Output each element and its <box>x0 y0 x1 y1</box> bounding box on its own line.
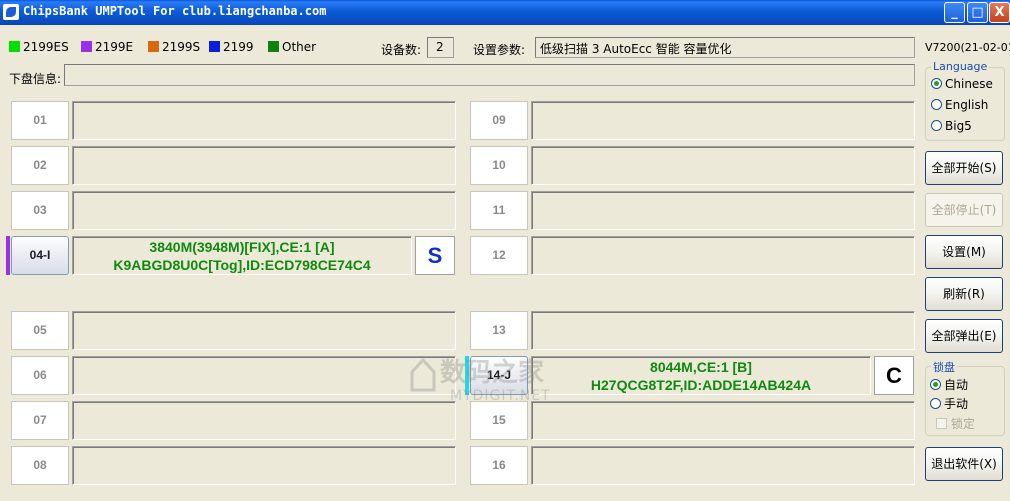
main-window: ChipsBank UMPTool For club.liangchanba.c… <box>0 0 1010 501</box>
lock-locked-checkbox[interactable]: 锁定 <box>936 415 975 432</box>
port-08-number[interactable]: 08 <box>11 446 69 485</box>
minimize-button[interactable]: _ <box>944 2 965 23</box>
port-06-info <box>72 356 456 395</box>
language-english-label: English <box>945 98 989 112</box>
window-title: ChipsBank UMPTool For club.liangchanba.c… <box>23 4 327 18</box>
exit-button[interactable]: 退出软件(X) <box>925 447 1003 481</box>
port-12-info <box>531 236 915 275</box>
device-count-field: 2 <box>427 37 454 58</box>
port-04-type-marker <box>6 236 10 275</box>
port-16-number[interactable]: 16 <box>470 446 528 485</box>
eject-all-button[interactable]: 全部弹出(E) <box>925 319 1003 353</box>
port-16-info <box>531 446 915 485</box>
lock-manual-radio[interactable]: 手动 <box>930 395 968 412</box>
legend-label: 2199 <box>223 40 254 54</box>
port-15-info <box>531 401 915 440</box>
port-13-info <box>531 311 915 350</box>
port-08-info <box>72 446 456 485</box>
language-english-radio[interactable]: English <box>931 98 988 112</box>
port-14-status-badge: C <box>874 356 914 395</box>
start-all-button[interactable]: 全部开始(S) <box>925 151 1003 185</box>
language-chinese-label: Chinese <box>945 77 993 91</box>
lock-locked-label: 锁定 <box>951 417 976 431</box>
legend-label: 2199ES <box>23 40 69 54</box>
version-label: V7200(21-02-01) <box>925 41 1010 54</box>
app-icon <box>3 4 19 20</box>
lock-auto-label: 自动 <box>944 378 969 392</box>
legend-2199es: 2199ES <box>9 40 69 56</box>
swatch-icon <box>268 41 279 52</box>
legend-2199e: 2199E <box>81 40 133 56</box>
device-count-value: 2 <box>436 40 444 54</box>
port-07-number[interactable]: 07 <box>11 401 69 440</box>
port-14-info: 8044M,CE:1 [B] H27QCG8T2F,ID:ADDE14AB424… <box>531 356 871 395</box>
port-05-number[interactable]: 05 <box>11 311 69 350</box>
disk-info-field <box>64 64 915 86</box>
port-04-status-badge: S <box>415 236 455 275</box>
legend-label: 2199S <box>162 40 201 54</box>
refresh-button[interactable]: 刷新(R) <box>925 277 1003 311</box>
radio-checked-icon <box>931 78 942 89</box>
port-02-info <box>72 146 456 185</box>
port-14-capacity: 8044M,CE:1 [B] <box>650 359 752 375</box>
port-01-number[interactable]: 01 <box>11 101 69 140</box>
maximize-button[interactable]: □ <box>967 2 988 23</box>
port-11-number[interactable]: 11 <box>470 191 528 230</box>
port-09-info <box>531 101 915 140</box>
settings-params-label: 设置参数: <box>473 43 526 57</box>
language-big5-radio[interactable]: Big5 <box>931 119 972 133</box>
port-10-number[interactable]: 10 <box>470 146 528 185</box>
radio-unchecked-icon <box>931 120 942 131</box>
legend-label: Other <box>282 40 317 54</box>
swatch-icon <box>81 41 92 52</box>
port-14-type-marker <box>465 356 469 395</box>
port-07-info <box>72 401 456 440</box>
legend-2199: 2199 <box>209 40 254 56</box>
port-11-info <box>531 191 915 230</box>
port-04-flash-id: K9ABGD8U0C[Tog],ID:ECD798CE74C4 <box>113 257 371 273</box>
title-bar[interactable]: ChipsBank UMPTool For club.liangchanba.c… <box>0 0 1010 25</box>
port-13-number[interactable]: 13 <box>470 311 528 350</box>
port-06-number[interactable]: 06 <box>11 356 69 395</box>
settings-button[interactable]: 设置(M) <box>925 235 1003 269</box>
legend-other: Other <box>268 40 316 56</box>
legend-2199s: 2199S <box>148 40 200 56</box>
port-04-capacity: 3840M(3948M)[FIX],CE:1 [A] <box>149 239 335 255</box>
stop-all-button[interactable]: 全部停止(T) <box>925 193 1003 227</box>
settings-params-value: 低级扫描 3 AutoEcc 智能 容量优化 <box>540 42 732 56</box>
legend-label: 2199E <box>95 40 134 54</box>
radio-checked-icon <box>930 379 941 390</box>
port-03-number[interactable]: 03 <box>11 191 69 230</box>
port-03-info <box>72 191 456 230</box>
swatch-icon <box>209 41 220 52</box>
port-05-info <box>72 311 456 350</box>
port-02-number[interactable]: 02 <box>11 146 69 185</box>
port-09-number[interactable]: 09 <box>470 101 528 140</box>
language-chinese-radio[interactable]: Chinese <box>931 77 993 91</box>
port-04-number[interactable]: 04-I <box>11 236 69 275</box>
radio-unchecked-icon <box>931 99 942 110</box>
port-12-number[interactable]: 12 <box>470 236 528 275</box>
port-04-info: 3840M(3948M)[FIX],CE:1 [A] K9ABGD8U0C[To… <box>72 236 412 275</box>
language-group-title: Language <box>931 60 990 73</box>
lock-manual-label: 手动 <box>944 397 969 411</box>
port-10-info <box>531 146 915 185</box>
checkbox-icon <box>936 418 947 429</box>
disk-info-label: 下盘信息: <box>9 72 62 86</box>
radio-unchecked-icon <box>930 398 941 409</box>
port-15-number[interactable]: 15 <box>470 401 528 440</box>
lock-group-title: 锁盘 <box>931 359 957 375</box>
port-14-flash-id: H27QCG8T2F,ID:ADDE14AB424A <box>590 377 812 393</box>
close-button[interactable]: X <box>989 2 1010 23</box>
swatch-icon <box>148 41 159 52</box>
port-14-number[interactable]: 14-J <box>470 356 528 395</box>
language-big5-label: Big5 <box>945 119 972 133</box>
lock-auto-radio[interactable]: 自动 <box>930 376 968 393</box>
port-01-info <box>72 101 456 140</box>
swatch-icon <box>9 41 20 52</box>
device-count-label: 设备数: <box>381 43 422 57</box>
settings-params-field: 低级扫描 3 AutoEcc 智能 容量优化 <box>535 37 915 58</box>
